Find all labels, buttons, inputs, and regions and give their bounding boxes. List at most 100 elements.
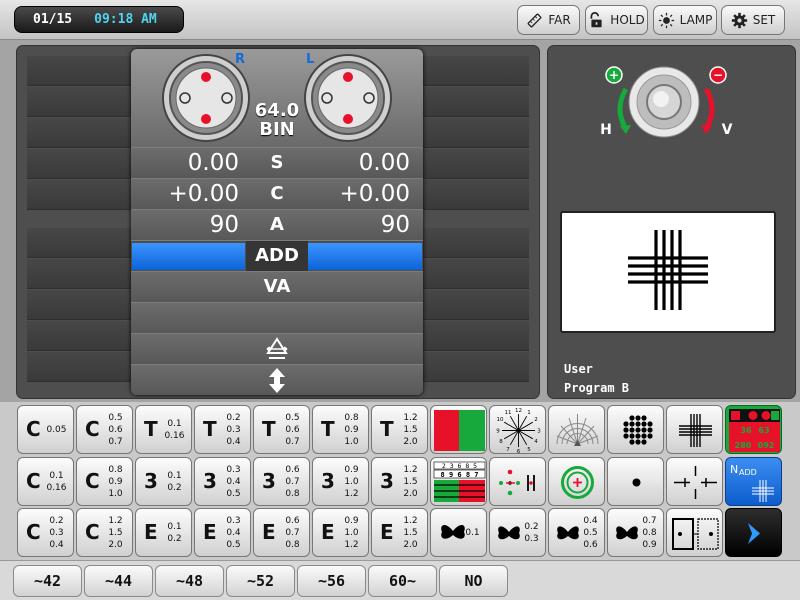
cylinder-row[interactable]: +0.00 C +0.00 xyxy=(131,178,423,209)
butterfly-chart-0.4[interactable]: 0.4 0.5 0.6 xyxy=(548,508,605,557)
chart-3-0.3[interactable]: 3 0.3 0.4 0.5 xyxy=(194,457,251,506)
right-sphere-value[interactable]: 0.00 xyxy=(131,148,239,178)
target-ring-chart-button[interactable] xyxy=(548,457,605,506)
clock-dial-chart-button[interactable]: 12 1 2 3 4 5 6 7 8 9 10 11 xyxy=(489,405,546,454)
lamp-button[interactable]: LAMP xyxy=(653,5,717,35)
left-sphere-value[interactable]: 0.00 xyxy=(302,148,410,178)
hold-button[interactable]: HOLD xyxy=(585,5,648,35)
chart-value: 0.8 xyxy=(108,464,123,475)
left-add-field[interactable] xyxy=(308,243,422,270)
chart-c-0.2[interactable]: C 0.2 0.3 0.4 xyxy=(17,508,74,557)
chart-3-1.2[interactable]: 3 1.2 1.5 2.0 xyxy=(371,457,428,506)
chart-value: 0.3 xyxy=(226,464,241,475)
chart-value: 0.4 xyxy=(49,539,64,550)
distance-48-button[interactable]: ~48 xyxy=(155,565,224,597)
set-button[interactable]: SET xyxy=(721,5,785,35)
sphere-row[interactable]: 0.00 S 0.00 xyxy=(131,147,423,178)
chart-value: 0.3 xyxy=(226,515,241,526)
chart-grid: C 0.05 C 0.5 0.6 0.7 T 0.1 0.16 T 0.2 0.3 0.4 T 0.… xyxy=(16,404,786,558)
h-label: H xyxy=(600,122,612,138)
near-add-chart-button[interactable]: N ADD xyxy=(725,457,782,506)
chart-3-0.9[interactable]: 3 0.9 1.0 1.2 xyxy=(312,457,369,506)
chart-c-0.1[interactable]: C 0.1 0.16 xyxy=(17,457,74,506)
v-label: V xyxy=(722,122,733,138)
next-page-button[interactable] xyxy=(725,508,782,557)
dial-number: 1 xyxy=(527,410,531,416)
fixation-cross-chart-button[interactable] xyxy=(666,457,723,506)
dot-icon xyxy=(632,478,641,487)
butterfly-chart-0.2[interactable]: 0.2 0.3 xyxy=(489,508,546,557)
single-dot-chart-button[interactable] xyxy=(607,457,664,506)
binocular-balance-chart-button[interactable] xyxy=(666,508,723,557)
add-row[interactable]: ADD xyxy=(131,240,423,271)
chart-t-0.1[interactable]: T 0.1 0.16 xyxy=(135,405,192,454)
chart-e-0.9[interactable]: E 0.9 1.0 1.2 xyxy=(312,508,369,557)
set-label: SET xyxy=(752,13,776,27)
chart-3-0.1[interactable]: 3 0.1 0.2 xyxy=(135,457,192,506)
chart-letter: E xyxy=(144,520,158,544)
dial-number: 5 xyxy=(527,447,531,453)
chart-t-0.8[interactable]: T 0.8 0.9 1.0 xyxy=(312,405,369,454)
chart-value: 1.2 xyxy=(403,515,418,526)
chart-value: 1.2 xyxy=(344,539,359,550)
va-row[interactable]: VA xyxy=(131,271,423,302)
dot-cluster-chart-button[interactable] xyxy=(607,405,664,454)
chart-e-0.3[interactable]: E 0.3 0.4 0.5 xyxy=(194,508,251,557)
left-cylinder-value[interactable]: +0.00 xyxy=(302,179,410,209)
chart-3-0.6[interactable]: 3 0.6 0.7 0.8 xyxy=(253,457,310,506)
chart-value: 1.0 xyxy=(344,436,359,447)
left-lens-icon[interactable] xyxy=(303,53,393,143)
distance-60-button[interactable]: 60~ xyxy=(368,565,437,597)
chart-t-0.5[interactable]: T 0.5 0.6 0.7 xyxy=(253,405,310,454)
chart-value: 0.7 xyxy=(285,527,300,538)
distance-56-button[interactable]: ~56 xyxy=(297,565,366,597)
chart-value: 0.2 xyxy=(226,412,241,423)
color-plate-chart-button[interactable]: 36 63 280 092 xyxy=(725,405,782,454)
chart-e-0.1[interactable]: E 0.1 0.2 xyxy=(135,508,192,557)
pd-display[interactable]: 64.0 BIN xyxy=(251,101,303,139)
left-axis-value[interactable]: 90 xyxy=(302,210,410,240)
mode-label: BIN xyxy=(259,119,295,140)
cylinder-label: C xyxy=(270,183,284,204)
chart-e-1.2[interactable]: E 1.2 1.5 2.0 xyxy=(371,508,428,557)
butterfly-chart-0.1[interactable]: 0.1 xyxy=(430,508,487,557)
distance-42-button[interactable]: ~42 xyxy=(13,565,82,597)
red-green-chart-button[interactable] xyxy=(430,405,487,454)
prism-icon[interactable] xyxy=(265,337,289,362)
far-button[interactable]: FAR xyxy=(517,5,580,35)
right-axis-value[interactable]: 90 xyxy=(131,210,239,240)
chart-value: 0.2 xyxy=(524,521,539,532)
distance-44-button[interactable]: ~44 xyxy=(84,565,153,597)
right-add-field[interactable] xyxy=(132,243,245,270)
chart-value: 0.8 xyxy=(285,539,300,550)
cross-grid-chart-button[interactable] xyxy=(666,405,723,454)
worth-dot-chart-button[interactable] xyxy=(489,457,546,506)
distance-52-button[interactable]: ~52 xyxy=(226,565,295,597)
right-eye-tag: R xyxy=(235,52,246,67)
right-cylinder-value[interactable]: +0.00 xyxy=(131,179,239,209)
chart-c-0.5[interactable]: C 0.5 0.6 0.7 xyxy=(76,405,133,454)
chart-value: 0.2 xyxy=(167,533,182,544)
vertical-arrows-icon[interactable] xyxy=(267,367,287,394)
chart-letter: T xyxy=(262,417,276,441)
prism-row[interactable] xyxy=(131,333,423,364)
bottom-bar: ~42 ~44 ~48 ~52 ~56 60~ NO xyxy=(0,560,800,600)
chart-value: 0.05 xyxy=(46,424,67,435)
chart-letter: 3 xyxy=(380,469,394,493)
chart-letter: C xyxy=(85,469,100,493)
jog-knob[interactable] xyxy=(628,66,700,138)
chart-value: 0.1 xyxy=(167,418,182,429)
chart-t-1.2[interactable]: T 1.2 1.5 2.0 xyxy=(371,405,428,454)
no-button[interactable]: NO xyxy=(439,565,508,597)
chart-c-0.8[interactable]: C 0.8 0.9 1.0 xyxy=(76,457,133,506)
axis-row[interactable]: 90 A 90 xyxy=(131,209,423,240)
chart-c-1.2[interactable]: C 1.2 1.5 2.0 xyxy=(76,508,133,557)
butterfly-chart-0.7[interactable]: 0.7 0.8 0.9 xyxy=(607,508,664,557)
move-row[interactable] xyxy=(131,364,423,395)
chart-e-0.6[interactable]: E 0.6 0.7 0.8 xyxy=(253,508,310,557)
duochrome-line-chart-button[interactable]: 2 3 6 8 5 8 9 6 8 7 xyxy=(430,457,487,506)
gear-icon xyxy=(731,12,747,28)
chart-t-0.2[interactable]: T 0.2 0.3 0.4 xyxy=(194,405,251,454)
fan-chart-button[interactable] xyxy=(548,405,605,454)
chart-c-0.05[interactable]: C 0.05 xyxy=(17,405,74,454)
